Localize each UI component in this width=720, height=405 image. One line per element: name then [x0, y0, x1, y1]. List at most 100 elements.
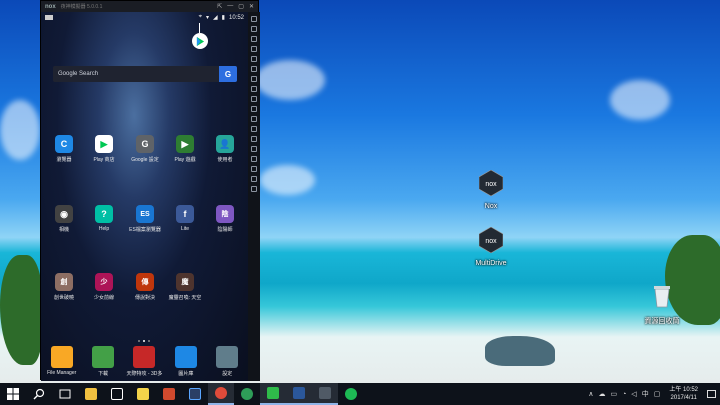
taskbar-remote[interactable] — [156, 383, 182, 405]
page-indicator — [138, 340, 150, 342]
app-label: 少女前線 — [93, 295, 114, 301]
shake-icon[interactable] — [251, 96, 257, 102]
clock-time: 上午 10:52 — [669, 387, 698, 393]
pin-icon[interactable]: ⇱ — [217, 3, 222, 10]
menu-icon[interactable] — [251, 176, 257, 182]
gear-icon[interactable] — [251, 106, 257, 112]
chrome-icon — [215, 387, 227, 399]
app-play-games[interactable]: ▶ Play 遊戲 — [165, 135, 205, 163]
ime-indicator[interactable]: 中 — [642, 389, 649, 399]
taskbar-store[interactable] — [104, 383, 130, 405]
rotate-icon[interactable] — [251, 146, 257, 152]
google-settings-icon: G — [136, 135, 154, 153]
play-store-shortcut[interactable] — [192, 33, 208, 49]
taskbar-clock[interactable]: 上午 10:52 2017/4/11 — [665, 386, 702, 402]
app-label: 使用者 — [217, 157, 233, 163]
location-toolbar-icon[interactable] — [251, 46, 257, 52]
network-icon[interactable]: ▭ — [610, 390, 617, 398]
word-icon — [293, 387, 305, 399]
minimize-icon[interactable]: — — [227, 3, 233, 10]
notification-center-icon[interactable] — [707, 390, 716, 398]
game-icon-2: 少 — [95, 273, 113, 291]
maximize-icon[interactable]: ▢ — [238, 3, 244, 10]
volume-icon[interactable]: ◁ — [631, 390, 636, 398]
chevron-up-icon[interactable]: ∧ — [588, 390, 593, 398]
dock-settings[interactable]: 設定 — [207, 346, 247, 377]
app-browser[interactable]: C 瀏覽器 — [44, 135, 84, 163]
multidrive-icon: nox — [478, 226, 504, 254]
window-controls: ⇱ — ▢ ✕ — [217, 3, 254, 10]
taskbar-hangouts[interactable] — [234, 383, 260, 405]
volume-up-icon[interactable] — [251, 76, 257, 82]
app-game-2[interactable]: 少 少女前線 — [84, 273, 124, 301]
app-game-1[interactable]: 創 創世破曉 — [44, 273, 84, 301]
app-facebook-lite[interactable]: f Lite — [165, 205, 205, 232]
google-search-bar[interactable]: Google Search G — [53, 66, 237, 82]
script-icon[interactable] — [251, 186, 257, 192]
macro-icon[interactable] — [251, 166, 257, 172]
app-google-settings[interactable]: G Google 設定 — [125, 135, 165, 163]
volume-down-icon[interactable] — [251, 86, 257, 92]
screenshot-icon[interactable] — [251, 26, 257, 32]
dock-gallery[interactable]: 圖片庫 — [166, 346, 206, 377]
app-contacts[interactable]: 👤 使用者 — [205, 135, 245, 163]
windows-taskbar: ∧ ☁ ▭ ◔ ◁ 中 ▢ 上午 10:52 2017/4/11 — [0, 383, 720, 405]
desktop-icon-label: 資源回收筒 — [644, 318, 680, 325]
nox-emulator-window[interactable]: nox 夜神模擬器 5.0.0.1 ⇱ — ▢ ✕ ⌖ ▾ ◢ ▮ 10:52 … — [40, 0, 260, 381]
apk-install-icon[interactable] — [251, 56, 257, 62]
wifi-tray-icon[interactable]: ◔ — [622, 391, 626, 398]
taskbar-file-explorer[interactable] — [78, 383, 104, 405]
task-view-button[interactable] — [52, 383, 78, 405]
app-help[interactable]: ? Help — [84, 205, 124, 232]
taskbar-sticky-notes[interactable] — [130, 383, 156, 405]
taskbar-search-button[interactable] — [26, 383, 52, 405]
close-icon[interactable]: ✕ — [249, 3, 254, 10]
taskbar-line[interactable] — [260, 383, 286, 405]
app-label: 魔靈召喚: 天空 — [168, 295, 202, 301]
google-search-button[interactable]: G — [219, 66, 237, 82]
desktop-icon-nox[interactable]: nox Nox — [463, 169, 519, 210]
taskbar-word[interactable] — [286, 383, 312, 405]
onedrive-icon[interactable]: ☁ — [598, 390, 605, 398]
search-label: Google Search — [58, 71, 99, 77]
location-icon: ⌖ — [198, 14, 203, 20]
nox-icon: nox — [478, 169, 504, 197]
app-play-store[interactable]: ▶ Play 商店 — [84, 135, 124, 163]
record-icon[interactable] — [251, 116, 257, 122]
scissors-icon[interactable] — [251, 36, 257, 42]
keyboard-mapping-icon[interactable] — [251, 16, 257, 22]
search-icon — [33, 388, 45, 400]
dock-file-manager[interactable]: File Manager — [42, 346, 82, 376]
windows-start-icon — [7, 388, 19, 400]
start-button[interactable] — [0, 383, 26, 405]
fullscreen-icon[interactable] — [251, 66, 257, 72]
app-label: Google 設定 — [131, 157, 159, 163]
desktop-icon-multidrive[interactable]: nox MultiDrive — [463, 226, 519, 267]
nox-titlebar[interactable]: nox 夜神模擬器 5.0.0.1 ⇱ — ▢ ✕ — [41, 1, 258, 12]
rock — [485, 336, 555, 366]
file-explorer-icon — [85, 388, 97, 400]
taskbar-photoshop[interactable] — [182, 383, 208, 405]
cloud — [255, 60, 325, 100]
android-home-screen[interactable]: ⌖ ▾ ◢ ▮ 10:52 Google Search G C 瀏覽器 ▶ Pl… — [41, 12, 248, 381]
es-file-icon: ES — [136, 205, 154, 223]
nox-logo: nox — [45, 3, 56, 10]
dock-game[interactable]: 天際特攻 - 3D多 — [124, 346, 164, 377]
app-label: Play 遊戲 — [174, 157, 196, 163]
app-game-4[interactable]: 魔 魔靈召喚: 天空 — [165, 273, 205, 301]
app-es-file-explorer[interactable]: ES ES檔案瀏覽器 — [125, 205, 165, 233]
folder-share-icon[interactable] — [251, 136, 257, 142]
ime-mode-icon[interactable]: ▢ — [654, 390, 661, 398]
multi-instance-icon[interactable] — [251, 126, 257, 132]
photoshop-icon — [189, 388, 201, 400]
wifi-icon: ▾ — [206, 15, 210, 21]
taskbar-chrome[interactable] — [208, 383, 234, 405]
app-onmyoji[interactable]: 陰 陰陽師 — [205, 205, 245, 233]
app-game-3[interactable]: 傳 傳說對決 — [125, 273, 165, 301]
dock-downloads[interactable]: 下載 — [83, 346, 123, 377]
taskbar-spotify[interactable] — [338, 383, 364, 405]
taskbar-nox[interactable] — [312, 383, 338, 405]
app-camera[interactable]: ◉ 相機 — [44, 205, 84, 233]
more-icon[interactable] — [251, 156, 257, 162]
desktop-icon-recycle-bin[interactable]: 資源回收筒 — [634, 283, 690, 326]
